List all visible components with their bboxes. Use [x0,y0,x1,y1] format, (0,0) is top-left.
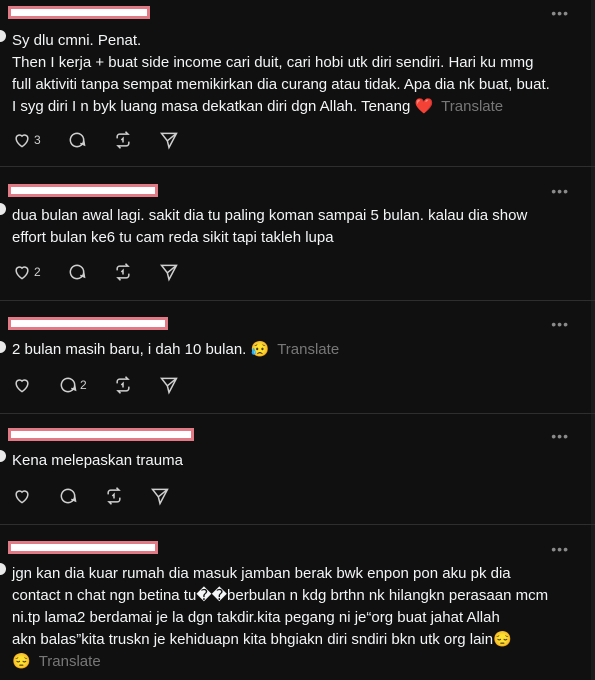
reply-count: 2 [80,378,87,392]
more-icon[interactable]: ••• [551,6,569,20]
post-text: Sy dlu cmni. Penat. Then I kerja + buat … [12,32,550,115]
comment-bubble-icon [69,132,86,148]
post-5: ••• jgn kan dia kuar rumah dia masuk jam… [0,525,595,680]
comment-bubble-icon [60,488,77,504]
redacted-username[interactable] [8,184,158,197]
avatar[interactable] [0,563,6,575]
avatar[interactable] [0,450,6,462]
send-icon [159,264,178,282]
repost-icon [107,487,121,505]
repost-button[interactable] [104,486,124,506]
translate-link[interactable]: Translate [441,98,503,115]
post-text: jgn kan dia kuar rumah dia masuk jamban … [12,565,549,670]
heart-icon [15,490,29,504]
heart-icon [15,379,29,393]
like-count: 2 [34,265,41,279]
reply-button[interactable] [67,262,87,282]
send-icon [159,132,178,150]
like-button[interactable]: 2 [12,262,41,282]
redacted-username[interactable] [8,541,158,554]
post-actions: 2 [12,375,205,395]
post-4: ••• Kena melepaskan trauma [0,414,595,525]
post-text: dua bulan awal lagi. sakit dia tu paling… [12,207,528,246]
post-text: Kena melepaskan trauma [12,452,183,469]
post-actions [12,486,196,506]
repost-button[interactable] [113,130,133,150]
repost-icon [115,376,130,394]
repost-button[interactable] [113,375,133,395]
post-2: ••• dua bulan awal lagi. sakit dia tu pa… [0,167,595,301]
like-button[interactable] [12,486,32,506]
heart-icon [15,134,29,148]
reply-button[interactable] [58,486,78,506]
share-button[interactable] [150,486,170,506]
repost-icon [115,263,130,281]
repost-button[interactable] [113,262,133,282]
post-text: 2 bulan masih baru, i dah 10 bulan. 😥 Tra… [12,341,340,358]
avatar[interactable] [0,341,6,353]
comment-bubble-icon [69,264,86,280]
redacted-username[interactable] [8,6,150,19]
post-1: ••• Sy dlu cmni. Penat. Then I kerja + b… [0,0,595,167]
reply-button[interactable]: 2 [58,375,87,395]
more-icon[interactable]: ••• [551,429,569,443]
repost-icon [115,131,130,149]
more-icon[interactable]: ••• [551,317,569,331]
redacted-username[interactable] [8,428,194,441]
comment-bubble-icon [60,377,77,393]
send-icon [150,488,169,506]
redacted-username[interactable] [8,317,168,330]
send-icon [159,377,178,395]
share-button[interactable] [159,262,179,282]
heart-icon [15,266,29,280]
post-actions: 3 [12,130,205,150]
share-button[interactable] [159,130,179,150]
more-icon[interactable]: ••• [551,184,569,198]
translate-link[interactable]: Translate [39,653,101,670]
like-button[interactable] [12,375,32,395]
avatar[interactable] [0,203,6,215]
more-icon[interactable]: ••• [551,542,569,556]
share-button[interactable] [159,375,179,395]
like-count: 3 [34,133,41,147]
avatar[interactable] [0,30,6,42]
translate-link[interactable]: Translate [277,341,339,358]
reply-button[interactable] [67,130,87,150]
post-actions: 2 [12,262,205,282]
like-button[interactable]: 3 [12,130,41,150]
post-3: ••• 2 bulan masih baru, i dah 10 bulan. … [0,301,595,414]
